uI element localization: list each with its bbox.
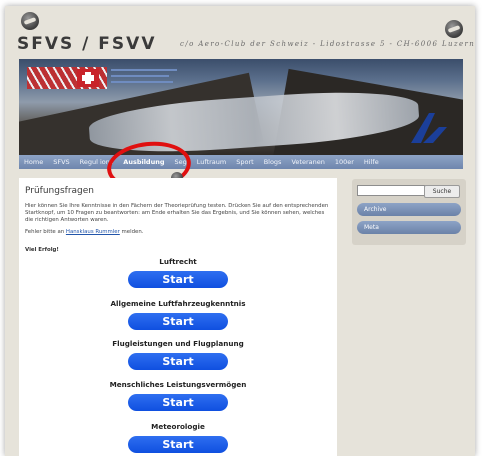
start-button[interactable]: Start (128, 271, 228, 288)
good-luck-text: Viel Erfolg! (25, 247, 59, 253)
quiz-block: Meteorologie Start (19, 422, 337, 453)
logo-ball-icon (21, 12, 39, 30)
nav-item-100er[interactable]: 100er (330, 158, 359, 166)
quiz-block: Allgemeine Luftfahrzeugkenntnis Start (19, 299, 337, 330)
quiz-title: Allgemeine Luftfahrzeugkenntnis (110, 299, 246, 308)
nav-item-sport[interactable]: Sport (231, 158, 258, 166)
nav-item-sfvs[interactable]: SFVS (48, 158, 74, 166)
nav-item-home[interactable]: Home (19, 158, 48, 166)
nav-item-blogs[interactable]: Blogs (259, 158, 287, 166)
intro-text: Hier können Sie Ihre Kenntnisse in den F… (25, 203, 329, 223)
nav-item-luftraum[interactable]: Luftraum (192, 158, 231, 166)
glider-logo-icon (411, 113, 447, 143)
quiz-block: Menschliches Leistungsvermögen Start (19, 380, 337, 411)
error-report-text: Fehler bitte an Hansklaus Rummler melden… (25, 229, 143, 235)
swiss-cross-icon (77, 69, 99, 87)
quiz-title: Meteorologie (151, 422, 205, 431)
sidebar: Suche Archive Meta (352, 179, 466, 245)
banner-club-text (111, 67, 221, 90)
sidebar-item-meta[interactable]: Meta (357, 221, 461, 234)
quiz-title: Luftrecht (159, 257, 197, 266)
main-navigation: Home SFVS Regul ions Ausbildung Seg Luft… (19, 155, 463, 169)
start-button[interactable]: Start (128, 353, 228, 370)
quiz-block: Flugleistungen und Flugplanung Start (19, 339, 337, 370)
header-banner-image (19, 59, 463, 155)
site-header: SFVS / FSVV c/o Aero-Club der Schweiz - … (5, 6, 475, 56)
site-title[interactable]: SFVS / FSVV (17, 34, 156, 54)
contact-link[interactable]: Hansklaus Rummler (66, 229, 120, 235)
quiz-block: Luftrecht Start (19, 257, 337, 288)
main-content: Prüfungsfragen Hier können Sie Ihre Kenn… (19, 178, 337, 456)
start-button[interactable]: Start (128, 436, 228, 453)
nav-item-reglements-part1: Regul (79, 158, 98, 166)
search-input[interactable] (357, 185, 425, 196)
start-button[interactable]: Start (128, 394, 228, 411)
quiz-title: Flugleistungen und Flugplanung (112, 339, 244, 348)
start-button[interactable]: Start (128, 313, 228, 330)
nav-item-hilfe[interactable]: Hilfe (359, 158, 384, 166)
error-suffix: melden. (121, 229, 144, 235)
logo-ball-icon (445, 20, 463, 38)
page-title: Prüfungsfragen (25, 186, 94, 196)
nav-item-veteranen[interactable]: Veteranen (286, 158, 329, 166)
search-button[interactable]: Suche (424, 185, 460, 198)
page-frame: SFVS / FSVV c/o Aero-Club der Schweiz - … (5, 6, 475, 456)
error-prefix: Fehler bitte an (25, 229, 65, 235)
quiz-title: Menschliches Leistungsvermögen (109, 380, 247, 389)
sidebar-item-archive[interactable]: Archive (357, 203, 461, 216)
site-address: c/o Aero-Club der Schweiz - Lidostrasse … (180, 40, 475, 48)
